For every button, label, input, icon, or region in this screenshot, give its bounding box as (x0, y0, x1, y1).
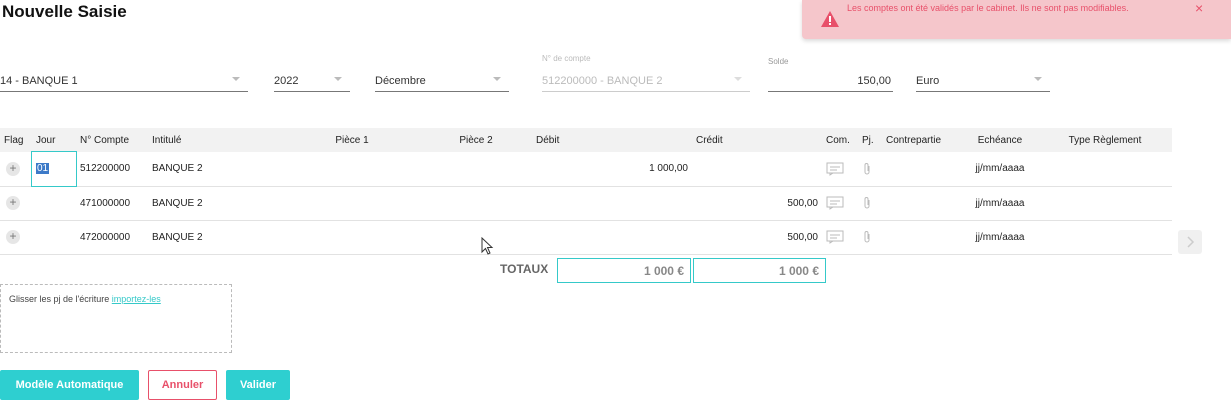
piece2-cell[interactable] (420, 220, 532, 255)
table-row: + 471000000 BANQUE 2 500,00 jj/mm/aaaa (0, 186, 1172, 221)
debit-cell[interactable] (532, 220, 692, 255)
credit-cell[interactable]: 500,00 (692, 220, 822, 255)
page-title: Nouvelle Saisie (2, 2, 127, 21)
account-value: 512200000 - BANQUE 2 (542, 75, 663, 87)
cancel-button[interactable]: Annuler (148, 370, 217, 400)
chevron-down-icon (1034, 77, 1042, 81)
table-row: + 01 512200000 BANQUE 2 1 000,00 jj/mm/a… (0, 151, 1172, 187)
piece2-cell[interactable] (420, 152, 532, 187)
solde-label: Solde (768, 57, 789, 66)
chevron-down-icon (493, 77, 501, 81)
table-row: + 472000000 BANQUE 2 500,00 jj/mm/aaaa (0, 220, 1172, 255)
paperclip-icon[interactable] (858, 152, 882, 187)
close-icon[interactable]: × (1195, 0, 1203, 16)
header-piece2: Pièce 2 (420, 128, 532, 152)
scroll-right-button[interactable] (1178, 230, 1202, 254)
type-reglement-cell[interactable] (1038, 152, 1172, 187)
currency-select[interactable]: Euro (916, 70, 1050, 92)
jour-value: 01 (36, 163, 50, 175)
header-flag: Flag (0, 128, 32, 152)
flag-plus-icon[interactable]: + (6, 196, 20, 210)
chevron-down-icon (734, 77, 742, 81)
import-link[interactable]: importez-les (112, 294, 161, 304)
table-header: Flag Jour N° Compte Intitulé Pièce 1 Piè… (0, 128, 1172, 152)
month-select[interactable]: Décembre (375, 70, 509, 92)
contrepartie-cell[interactable] (882, 186, 962, 221)
echeance-cell[interactable]: jj/mm/aaaa (962, 152, 1038, 187)
header-intitule: Intitulé (148, 128, 284, 152)
header-contrepartie: Contrepartie (882, 128, 962, 152)
totals-label: TOTAUX (500, 262, 549, 276)
dropzone-text: Glisser les pj de l'écriture (9, 294, 112, 304)
total-debit: 1 000 € (557, 258, 691, 283)
intitule-cell[interactable]: BANQUE 2 (148, 152, 284, 187)
warning-icon (821, 11, 839, 27)
solde-value: 150,00 (857, 75, 891, 87)
header-pj: Pj. (858, 128, 882, 152)
header-credit: Crédit (692, 128, 822, 152)
compte-cell[interactable]: 472000000 (76, 220, 148, 255)
mouse-cursor-icon (481, 237, 494, 255)
echeance-cell[interactable]: jj/mm/aaaa (962, 186, 1038, 221)
intitule-cell[interactable]: BANQUE 2 (148, 186, 284, 221)
piece1-cell[interactable] (284, 186, 420, 221)
flag-plus-icon[interactable]: + (6, 161, 20, 176)
jour-cell[interactable]: 01 (31, 151, 77, 187)
account-label: N° de compte (542, 54, 591, 63)
header-debit: Débit (532, 128, 692, 152)
credit-cell[interactable] (692, 152, 822, 187)
contrepartie-cell[interactable] (882, 220, 962, 255)
alert-message: Les comptes ont été validés par le cabin… (847, 3, 1129, 13)
debit-cell[interactable] (532, 186, 692, 221)
compte-cell[interactable]: 471000000 (76, 186, 148, 221)
header-jour: Jour (32, 128, 76, 152)
compte-cell[interactable]: 512200000 (76, 152, 148, 187)
chevron-down-icon (334, 77, 342, 81)
type-reglement-cell[interactable] (1038, 220, 1172, 255)
jour-cell[interactable] (32, 186, 76, 221)
debit-cell[interactable]: 1 000,00 (532, 152, 692, 187)
comment-icon[interactable] (822, 186, 858, 221)
currency-value: Euro (916, 75, 940, 87)
header-com: Com. (822, 128, 858, 152)
jour-cell[interactable] (32, 220, 76, 255)
year-value: 2022 (274, 75, 299, 87)
header-type-reglement: Type Règlement (1038, 128, 1172, 152)
header-echeance: Echéance (962, 128, 1038, 152)
chevron-right-icon (1187, 236, 1195, 248)
header-compte: N° Compte (76, 128, 148, 152)
validate-button[interactable]: Valider (226, 370, 290, 400)
month-value: Décembre (375, 75, 426, 87)
journal-value: 14 - BANQUE 1 (0, 75, 78, 87)
flag-plus-icon[interactable]: + (6, 230, 20, 244)
type-reglement-cell[interactable] (1038, 186, 1172, 221)
credit-cell[interactable]: 500,00 (692, 186, 822, 221)
comment-icon[interactable] (822, 220, 858, 255)
piece2-cell[interactable] (420, 186, 532, 221)
chevron-down-icon (232, 77, 240, 81)
solde-field[interactable]: 150,00 (768, 70, 893, 92)
journal-select[interactable]: 14 - BANQUE 1 (0, 70, 248, 92)
intitule-cell[interactable]: BANQUE 2 (148, 220, 284, 255)
header-piece1: Pièce 1 (284, 128, 420, 152)
contrepartie-cell[interactable] (882, 152, 962, 187)
auto-model-button[interactable]: Modèle Automatique (0, 370, 139, 400)
piece1-cell[interactable] (284, 152, 420, 187)
entries-table: Flag Jour N° Compte Intitulé Pièce 1 Piè… (0, 128, 1172, 255)
error-alert: Les comptes ont été validés par le cabin… (802, 0, 1231, 39)
account-select: 512200000 - BANQUE 2 (542, 70, 750, 92)
paperclip-icon[interactable] (858, 220, 882, 255)
attachment-dropzone[interactable]: Glisser les pj de l'écriture importez-le… (0, 284, 232, 353)
total-credit: 1 000 € (693, 258, 826, 283)
piece1-cell[interactable] (284, 220, 420, 255)
year-select[interactable]: 2022 (274, 70, 350, 92)
echeance-cell[interactable]: jj/mm/aaaa (962, 220, 1038, 255)
comment-icon[interactable] (822, 152, 858, 187)
paperclip-icon[interactable] (858, 186, 882, 221)
